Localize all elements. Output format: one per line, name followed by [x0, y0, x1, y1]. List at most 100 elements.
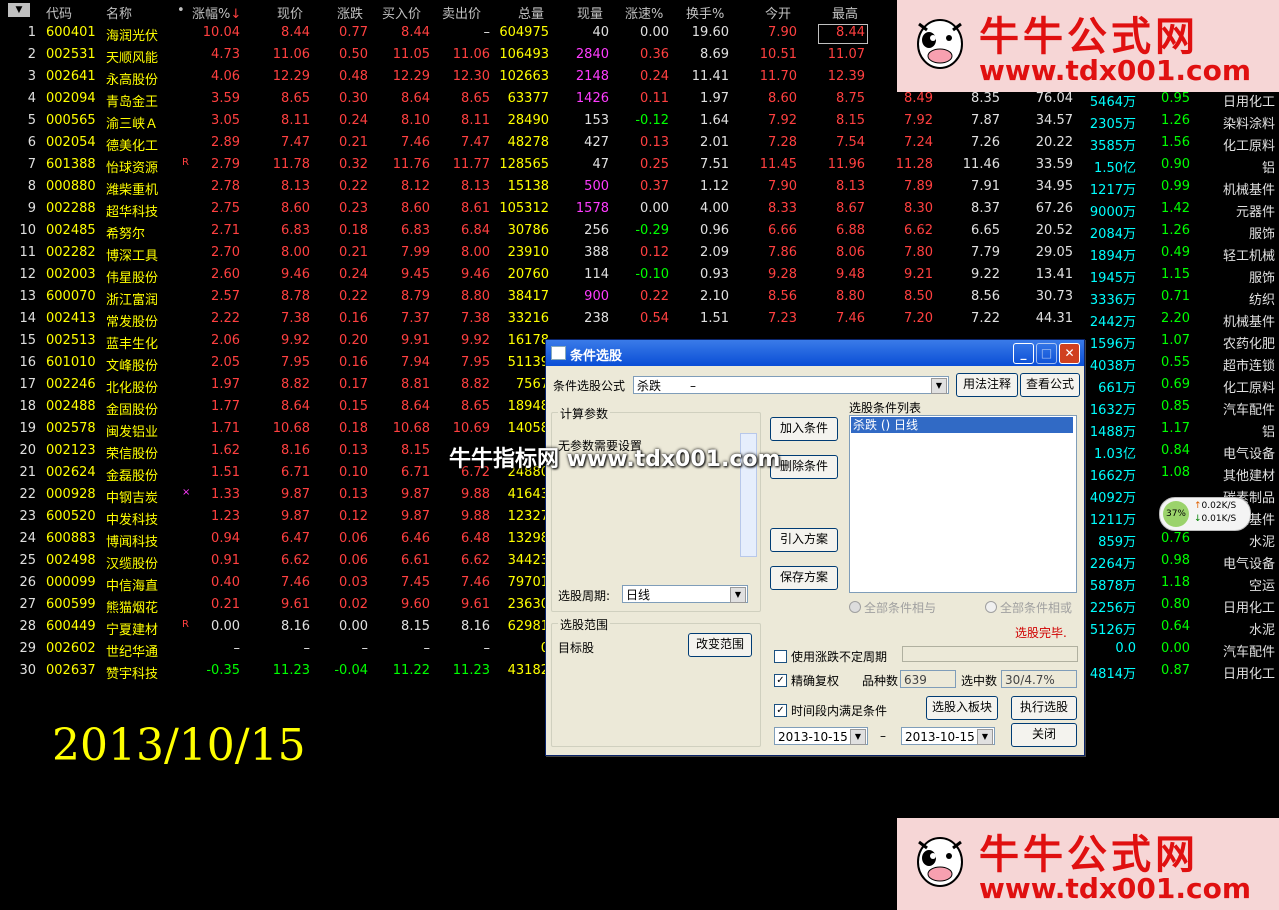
- exact-adjust-checkbox[interactable]: ✓: [774, 674, 787, 687]
- cell-vol: 28490: [507, 113, 549, 128]
- usage-button[interactable]: 用法注释: [956, 373, 1018, 397]
- cell-ask: 8.11: [461, 113, 490, 128]
- cell-chg: 0.20: [339, 333, 368, 348]
- watermark-text: 牛牛指标网 www.tdx001.com: [449, 447, 781, 472]
- dialog-titlebar[interactable]: 条件选股 _ □ ✕: [546, 340, 1084, 366]
- import-scheme-button[interactable]: 引入方案: [770, 528, 838, 552]
- col-high[interactable]: 最高: [832, 3, 858, 22]
- date-from-picker[interactable]: 2013-10-15 ▼: [774, 727, 868, 745]
- cell-bid: –: [423, 641, 431, 656]
- cell-open: 7.23: [768, 311, 797, 326]
- cell-price: 8.60: [281, 201, 310, 216]
- time-range-checkbox[interactable]: ✓: [774, 704, 787, 717]
- cell-price: 8.82: [281, 377, 310, 392]
- progress-bar: [902, 646, 1078, 662]
- cell-high: 11.96: [827, 157, 865, 172]
- period-select[interactable]: 日线 ▼: [622, 585, 748, 603]
- cell-turn: 2.01: [700, 135, 729, 150]
- cell-low: 6.62: [904, 223, 933, 238]
- date-to-picker[interactable]: 2013-10-15 ▼: [901, 727, 995, 745]
- table-row[interactable]: 13 600070 浙江富润 2.57 8.78 0.22 8.79 8.80 38417 900…: [0, 286, 1279, 308]
- cell-pe: 67.26: [1035, 201, 1073, 216]
- ad-url[interactable]: www.tdx001.com: [979, 54, 1251, 87]
- cell-ask: 11.06: [452, 47, 490, 62]
- save-scheme-button[interactable]: 保存方案: [770, 566, 838, 590]
- to-block-button[interactable]: 选股入板块: [926, 696, 998, 720]
- cell-amount: 5878万: [1089, 579, 1136, 594]
- cell-bid: 9.45: [401, 267, 430, 282]
- cell-name: 宁夏建材: [106, 623, 159, 638]
- cell-ask: 7.46: [461, 575, 490, 590]
- col-code[interactable]: 代码: [46, 3, 72, 22]
- radio-or[interactable]: [985, 601, 997, 613]
- cell-name: 潍柴重机: [106, 183, 159, 198]
- col-price[interactable]: 现价: [277, 3, 303, 22]
- cell-price: 8.16: [281, 443, 310, 458]
- cell-high: 8.06: [836, 245, 865, 260]
- col-vol[interactable]: 总量: [518, 3, 544, 22]
- col-pct[interactable]: 涨幅%↓: [192, 3, 241, 22]
- table-row[interactable]: 9 002288 超华科技 2.75 8.60 0.23 8.60 8.61 105312 157…: [0, 198, 1279, 220]
- formula-select[interactable]: 杀跌 – ▼: [633, 376, 949, 394]
- col-bid[interactable]: 买入价: [382, 3, 421, 22]
- cell-vol: 15138: [507, 179, 549, 194]
- cell-speed: 0.12: [640, 245, 669, 260]
- ad-url[interactable]: www.tdx001.com: [979, 872, 1251, 905]
- params-group-label: 计算参数: [558, 405, 611, 422]
- table-row[interactable]: 8 000880 潍柴重机 2.78 8.13 0.22 8.12 8.13 15138 500 0…: [0, 176, 1279, 198]
- cell-open: 7.90: [768, 179, 797, 194]
- cell-open: 8.60: [768, 91, 797, 106]
- cell-chg: 0.16: [339, 355, 368, 370]
- cell-speed: 0.00: [640, 25, 669, 40]
- table-row[interactable]: 12 002003 伟星股份 2.60 9.46 0.24 9.45 9.46 20760 114…: [0, 264, 1279, 286]
- arrow-down-icon: ↓: [1194, 514, 1202, 524]
- cell-vol: 18948: [507, 399, 549, 414]
- sort-menu-button[interactable]: ▼: [8, 3, 30, 17]
- col-chg[interactable]: 涨跌: [337, 3, 363, 22]
- download-speed: ↓0.01K/S: [1194, 514, 1237, 524]
- cell-index: 13: [19, 289, 36, 304]
- run-select-button[interactable]: 执行选股: [1011, 696, 1077, 720]
- cell-index: 20: [19, 443, 36, 458]
- cell-bid: 7.46: [401, 135, 430, 150]
- cell-pct: 2.06: [211, 333, 240, 348]
- cell-industry: 机械基件: [1222, 315, 1275, 330]
- table-row[interactable]: 7 601388 怡球资源 R 2.79 11.78 0.32 11.76 11.77 12856…: [0, 154, 1279, 176]
- col-cur[interactable]: 现量: [577, 3, 603, 22]
- close-icon[interactable]: ✕: [1059, 343, 1080, 364]
- date-stamp: 2013/10/15: [52, 720, 306, 771]
- cell-vol: 12327: [507, 509, 549, 524]
- var-period-checkbox[interactable]: [774, 650, 787, 663]
- table-row[interactable]: 10 002485 希努尔 2.71 6.83 0.18 6.83 6.84 30786 256 -…: [0, 220, 1279, 242]
- minimize-button[interactable]: _: [1013, 343, 1034, 364]
- cell-cur: 47: [592, 157, 609, 172]
- maximize-button[interactable]: □: [1036, 343, 1057, 364]
- change-range-button[interactable]: 改变范围: [688, 633, 752, 657]
- table-row[interactable]: 11 002282 博深工具 2.70 8.00 0.21 7.99 8.00 23910 388…: [0, 242, 1279, 264]
- network-speed-widget[interactable]: 37% ↑0.02K/S ↓0.01K/S: [1159, 497, 1251, 531]
- col-name[interactable]: 名称: [106, 3, 132, 22]
- view-formula-button[interactable]: 查看公式: [1020, 373, 1080, 397]
- condition-select-dialog: 条件选股 _ □ ✕ 条件选股公式 杀跌 – ▼ 用法注释 查看公式 计算参数 …: [545, 339, 1085, 756]
- cell-ask: 8.65: [461, 91, 490, 106]
- condition-list[interactable]: 杀跌 () 日线: [849, 415, 1077, 593]
- cell-industry: 元器件: [1235, 205, 1275, 220]
- cell-open: 7.86: [768, 245, 797, 260]
- cell-name: 博深工具: [106, 249, 159, 264]
- col-turn[interactable]: 换手%: [686, 3, 724, 22]
- cell-name: 中信海直: [106, 579, 159, 594]
- col-open[interactable]: 今开: [765, 3, 791, 22]
- add-condition-button[interactable]: 加入条件: [770, 417, 838, 441]
- list-item[interactable]: 杀跌 () 日线: [851, 417, 1073, 433]
- table-row[interactable]: 6 002054 德美化工 2.89 7.47 0.21 7.46 7.47 48278 427 0…: [0, 132, 1279, 154]
- close-button[interactable]: 关闭: [1011, 723, 1077, 747]
- cell-price: 9.87: [281, 509, 310, 524]
- radio-and[interactable]: [849, 601, 861, 613]
- table-row[interactable]: 14 002413 常发股份 2.22 7.38 0.16 7.37 7.38 33216 238…: [0, 308, 1279, 330]
- table-row[interactable]: 5 000565 渝三峡Ａ 3.05 8.11 0.24 8.10 8.11 28490 153 -…: [0, 110, 1279, 132]
- col-speed[interactable]: 涨速%: [625, 3, 663, 22]
- cell-ask: 8.65: [461, 399, 490, 414]
- col-ask[interactable]: 卖出价: [442, 3, 481, 22]
- cell-ratio: 1.26: [1161, 223, 1190, 238]
- cell-index: 16: [19, 355, 36, 370]
